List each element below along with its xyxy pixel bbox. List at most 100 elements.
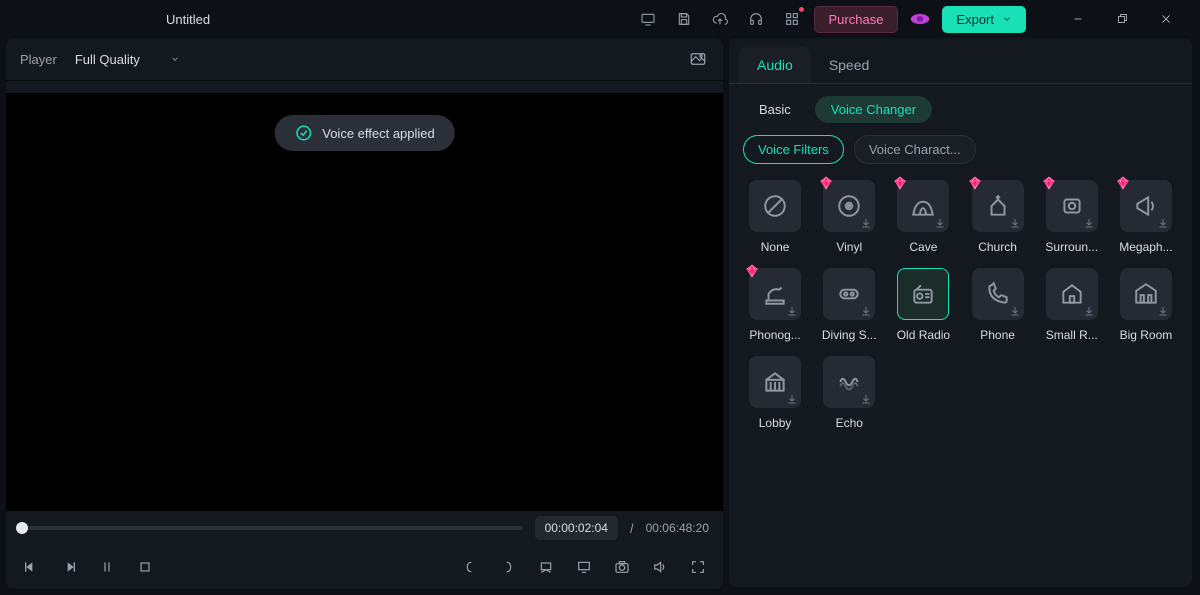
filter-label: Surroun... bbox=[1045, 240, 1098, 254]
download-icon bbox=[786, 393, 798, 405]
stop-button[interactable] bbox=[134, 556, 156, 578]
filter-label: Lobby bbox=[759, 416, 792, 430]
filter-phonograph[interactable]: Phonog... bbox=[743, 268, 807, 342]
pause-button[interactable] bbox=[96, 556, 118, 578]
maximize-button[interactable] bbox=[1104, 5, 1140, 33]
filter-label: Phone bbox=[980, 328, 1015, 342]
current-time[interactable]: 00:00:02:04 bbox=[535, 516, 618, 540]
timeline: 00:00:02:04 / 00:06:48:20 bbox=[6, 511, 723, 545]
player-controls bbox=[6, 545, 723, 589]
filter-icon-smallroom bbox=[1046, 268, 1098, 320]
cloud-upload-icon[interactable] bbox=[706, 5, 734, 33]
download-icon bbox=[860, 305, 872, 317]
voice-filters-grid: None Vinyl Cave Church Surroun... Megaph... Ph… bbox=[729, 180, 1192, 430]
download-icon bbox=[786, 305, 798, 317]
headphones-icon[interactable] bbox=[742, 5, 770, 33]
eye-icon[interactable] bbox=[906, 5, 934, 33]
filter-icon-oldradio bbox=[897, 268, 949, 320]
main-area: Player Full Quality Voice effect applied… bbox=[0, 38, 1200, 595]
subtab-basic[interactable]: Basic bbox=[743, 96, 807, 123]
volume-icon[interactable] bbox=[649, 556, 671, 578]
filter-icon-phone bbox=[972, 268, 1024, 320]
download-icon bbox=[1157, 305, 1169, 317]
filter-label: Church bbox=[978, 240, 1017, 254]
download-icon bbox=[1009, 217, 1021, 229]
tab-audio[interactable]: Audio bbox=[739, 47, 811, 83]
filter-diving[interactable]: Diving S... bbox=[817, 268, 881, 342]
download-icon bbox=[860, 393, 872, 405]
filter-bigroom[interactable]: Big Room bbox=[1114, 268, 1178, 342]
filter-vinyl[interactable]: Vinyl bbox=[817, 180, 881, 254]
seek-track[interactable] bbox=[20, 526, 523, 530]
purchase-button[interactable]: Purchase bbox=[814, 6, 899, 33]
filter-icon-bigroom bbox=[1120, 268, 1172, 320]
fullscreen-icon[interactable] bbox=[687, 556, 709, 578]
minimize-button[interactable] bbox=[1060, 5, 1096, 33]
filter-label: Phonog... bbox=[749, 328, 800, 342]
filter-icon-none bbox=[749, 180, 801, 232]
filter-church[interactable]: Church bbox=[965, 180, 1029, 254]
filter-label: None bbox=[761, 240, 790, 254]
filter-icon-church bbox=[972, 180, 1024, 232]
project-title: Untitled bbox=[166, 12, 210, 27]
audio-subtabs: Basic Voice Changer bbox=[729, 84, 1192, 135]
filter-icon-megaphone bbox=[1120, 180, 1172, 232]
snapshot-icon[interactable] bbox=[687, 48, 709, 70]
player-label: Player bbox=[20, 52, 57, 67]
inspector-panel: Audio Speed Basic Voice Changer Voice Fi… bbox=[729, 38, 1192, 587]
filter-echo[interactable]: Echo bbox=[817, 356, 881, 430]
filter-icon-diving bbox=[823, 268, 875, 320]
download-icon bbox=[860, 217, 872, 229]
filter-label: Cave bbox=[909, 240, 937, 254]
mark-in-button[interactable] bbox=[459, 556, 481, 578]
subtab-voice-changer[interactable]: Voice Changer bbox=[815, 96, 932, 123]
chip-voice-characters[interactable]: Voice Charact... bbox=[854, 135, 976, 164]
filter-icon-cave bbox=[897, 180, 949, 232]
filter-label: Megaph... bbox=[1119, 240, 1172, 254]
filter-label: Echo bbox=[836, 416, 863, 430]
close-button[interactable] bbox=[1148, 5, 1184, 33]
export-button[interactable]: Export bbox=[942, 6, 1026, 33]
filter-label: Old Radio bbox=[897, 328, 950, 342]
next-frame-button[interactable] bbox=[58, 556, 80, 578]
markers-icon[interactable] bbox=[535, 556, 557, 578]
filter-label: Vinyl bbox=[836, 240, 862, 254]
monitor-icon[interactable] bbox=[634, 5, 662, 33]
inspector-tabs: Audio Speed bbox=[729, 38, 1192, 84]
toast: Voice effect applied bbox=[274, 115, 455, 151]
download-icon bbox=[1083, 217, 1095, 229]
seek-thumb[interactable] bbox=[16, 522, 28, 534]
filter-lobby[interactable]: Lobby bbox=[743, 356, 807, 430]
filter-label: Big Room bbox=[1120, 328, 1173, 342]
apps-icon[interactable] bbox=[778, 5, 806, 33]
mark-out-button[interactable] bbox=[497, 556, 519, 578]
filter-icon-phonograph bbox=[749, 268, 801, 320]
camera-icon[interactable] bbox=[611, 556, 633, 578]
download-icon bbox=[1083, 305, 1095, 317]
download-icon bbox=[934, 217, 946, 229]
filter-megaphone[interactable]: Megaph... bbox=[1114, 180, 1178, 254]
prev-frame-button[interactable] bbox=[20, 556, 42, 578]
filter-none[interactable]: None bbox=[743, 180, 807, 254]
premium-diamond-icon bbox=[818, 175, 834, 191]
filter-icon-surround bbox=[1046, 180, 1098, 232]
notification-dot bbox=[799, 7, 804, 12]
filter-oldradio[interactable]: Old Radio bbox=[891, 268, 955, 342]
filter-cave[interactable]: Cave bbox=[891, 180, 955, 254]
filter-label: Small R... bbox=[1046, 328, 1098, 342]
premium-diamond-icon bbox=[892, 175, 908, 191]
filter-phone[interactable]: Phone bbox=[965, 268, 1029, 342]
tab-speed[interactable]: Speed bbox=[811, 47, 887, 83]
filter-surround[interactable]: Surroun... bbox=[1040, 180, 1104, 254]
filter-icon-vinyl bbox=[823, 180, 875, 232]
display-icon[interactable] bbox=[573, 556, 595, 578]
video-preview[interactable]: Voice effect applied bbox=[6, 80, 723, 511]
download-icon bbox=[1009, 305, 1021, 317]
chip-voice-filters[interactable]: Voice Filters bbox=[743, 135, 844, 164]
download-icon bbox=[1157, 217, 1169, 229]
quality-dropdown[interactable]: Full Quality bbox=[75, 52, 180, 67]
save-icon[interactable] bbox=[670, 5, 698, 33]
time-separator: / bbox=[630, 521, 634, 536]
total-duration: 00:06:48:20 bbox=[646, 521, 709, 535]
filter-smallroom[interactable]: Small R... bbox=[1040, 268, 1104, 342]
